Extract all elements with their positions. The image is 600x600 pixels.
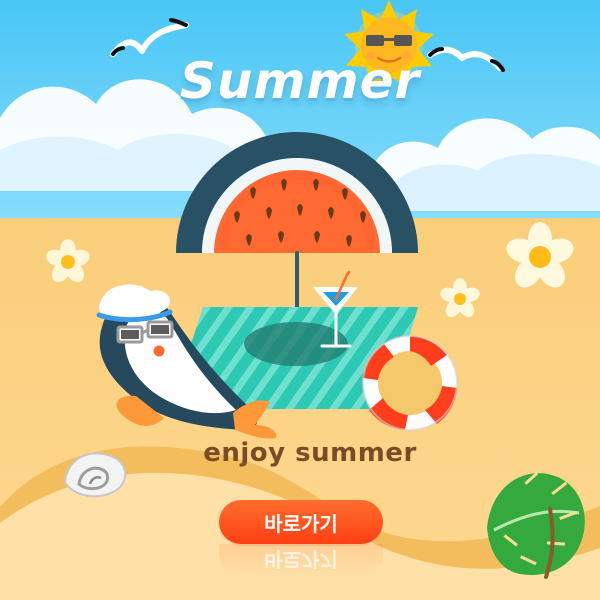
lifebuoy-icon [362, 335, 458, 431]
banner-title: Summer [179, 52, 421, 110]
summer-banner: Summer enjoy summer 바로가기 바로가기 [0, 0, 600, 600]
button-reflection-label: 바로가기 [264, 547, 338, 571]
go-button[interactable]: 바로가기 [219, 500, 383, 544]
banner-subtitle: enjoy summer [203, 438, 417, 468]
button-reflection: 바로가기 [219, 544, 383, 576]
